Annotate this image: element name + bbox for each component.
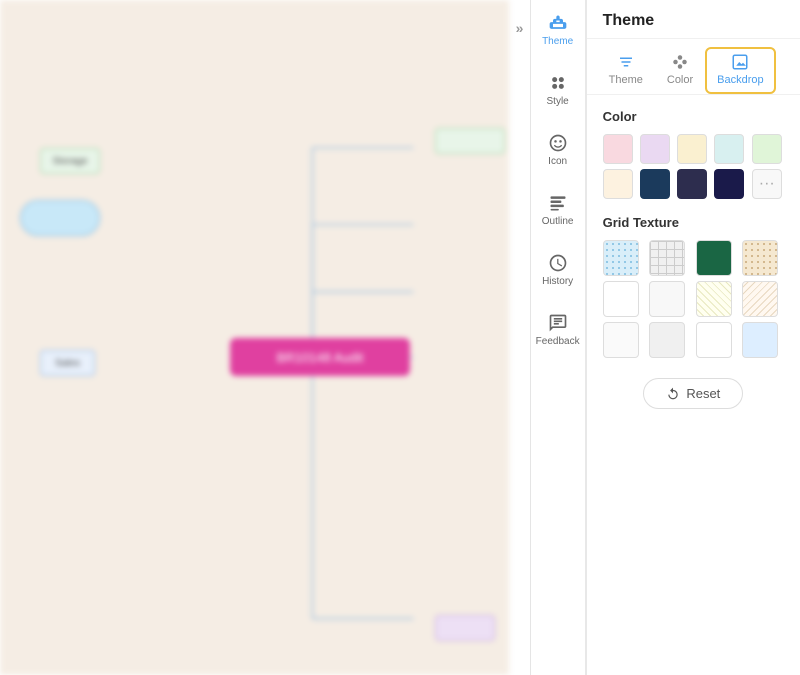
tab-theme-icon: [617, 53, 635, 71]
tab-backdrop-label: Backdrop: [717, 74, 763, 86]
feedback-icon: [548, 313, 568, 333]
texture-stripe2[interactable]: [742, 281, 778, 317]
icon-icon: [548, 133, 568, 153]
panel-tabs: Theme Color Backdrop: [587, 39, 800, 95]
tab-theme[interactable]: Theme: [597, 47, 655, 94]
texture-stripe[interactable]: [696, 281, 732, 317]
collapse-icon: »: [516, 20, 524, 36]
reset-label: Reset: [686, 386, 720, 401]
color-swatch-peach[interactable]: [603, 169, 633, 199]
color-swatch-darkpurple[interactable]: [677, 169, 707, 199]
texture-white-plain[interactable]: [649, 281, 685, 317]
node-right1[interactable]: [435, 128, 505, 154]
texture-white[interactable]: [603, 281, 639, 317]
style-icon: [548, 73, 568, 93]
texture-white2[interactable]: [696, 322, 732, 358]
sidebar-item-feedback[interactable]: Feedback: [530, 300, 585, 360]
sidebar-item-label-style: Style: [547, 96, 569, 107]
tab-color[interactable]: Color: [655, 47, 705, 94]
node-right2[interactable]: [435, 615, 495, 641]
mind-map-canvas[interactable]: BR10148 Audit Storage Sales: [0, 0, 509, 675]
color-grid: ···: [603, 134, 784, 199]
texture-grid: [603, 240, 784, 358]
right-panel: Theme Theme Color Backdrop: [586, 0, 800, 675]
reset-button[interactable]: Reset: [643, 378, 743, 409]
color-swatch-yellow[interactable]: [677, 134, 707, 164]
icon-bar: Theme Style Icon Outline History: [531, 0, 586, 675]
panel-title: Theme: [603, 12, 655, 29]
sidebar-item-theme[interactable]: Theme: [530, 0, 585, 60]
color-swatch-green[interactable]: [752, 134, 782, 164]
node-oval[interactable]: [20, 200, 100, 236]
panel-header: Theme: [587, 0, 800, 39]
sidebar-item-label-history: History: [542, 276, 573, 287]
color-section: Color ···: [603, 109, 784, 199]
tab-backdrop[interactable]: Backdrop: [705, 47, 775, 94]
tab-theme-label: Theme: [609, 74, 643, 86]
theme-icon: [548, 13, 568, 33]
reset-icon: [666, 387, 680, 401]
sidebar-item-history[interactable]: History: [530, 240, 585, 300]
texture-section: Grid Texture: [603, 215, 784, 358]
texture-dark-green[interactable]: [696, 240, 732, 276]
color-swatch-cyan[interactable]: [714, 134, 744, 164]
node-sales[interactable]: Sales: [40, 350, 95, 376]
color-swatch-pink[interactable]: [603, 134, 633, 164]
color-swatch-darknavy[interactable]: [714, 169, 744, 199]
outline-icon: [548, 193, 568, 213]
tab-backdrop-icon: [731, 53, 749, 71]
color-swatch-lavender[interactable]: [640, 134, 670, 164]
main-node[interactable]: BR10148 Audit: [230, 338, 410, 376]
sidebar-toggle[interactable]: »: [509, 0, 530, 675]
texture-light-blue[interactable]: [742, 322, 778, 358]
color-swatch-darkblue[interactable]: [640, 169, 670, 199]
tab-color-icon: [671, 53, 689, 71]
texture-beige-dots[interactable]: [742, 240, 778, 276]
sidebar-item-label-icon: Icon: [548, 156, 567, 167]
panel-content: Color ··· Grid Texture: [587, 95, 800, 675]
sidebar-item-style[interactable]: Style: [530, 60, 585, 120]
sidebar-item-label-outline: Outline: [542, 216, 574, 227]
texture-dots[interactable]: [603, 240, 639, 276]
texture-grid-plain[interactable]: [649, 240, 685, 276]
sidebar-item-label-theme: Theme: [542, 36, 573, 47]
texture-section-label: Grid Texture: [603, 215, 784, 230]
color-swatch-more[interactable]: ···: [752, 169, 782, 199]
tab-color-label: Color: [667, 74, 693, 86]
sidebar-item-label-feedback: Feedback: [536, 336, 580, 347]
texture-light-white[interactable]: [603, 322, 639, 358]
history-icon: [548, 253, 568, 273]
node-storage[interactable]: Storage: [40, 148, 100, 174]
sidebar-item-outline[interactable]: Outline: [530, 180, 585, 240]
color-section-label: Color: [603, 109, 784, 124]
texture-row2-1[interactable]: [649, 322, 685, 358]
sidebar-item-icon[interactable]: Icon: [530, 120, 585, 180]
